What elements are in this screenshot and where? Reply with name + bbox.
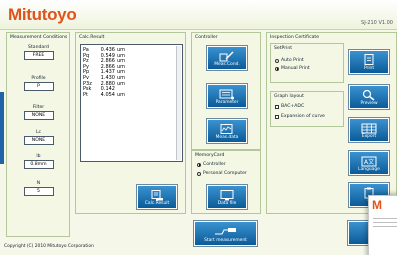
start-measurement-label: Start measurement (204, 238, 247, 243)
radio-selected[interactable] (275, 66, 279, 71)
spreadsheet-icon (350, 122, 388, 134)
condition-value-field[interactable]: 5 (23, 187, 54, 196)
meas-data-button-label: Meas.data (215, 135, 239, 140)
svg-text:A文: A文 (364, 158, 374, 166)
language-button[interactable]: A文 Language (349, 151, 389, 175)
memory-option-controller[interactable]: Controller (197, 162, 226, 167)
calc-result-panel: Calc.Result Pa 0.436 um Pq 0.549 um Pz 2.866 u… (75, 32, 186, 214)
controller-panel: Controller Meas.Cond. Parameter Meas.dat… (191, 32, 261, 150)
calc-row: Pt 4.054 um (83, 91, 126, 98)
copyright-text: Copyright (C) 2010 Mitutoyo Corporation (4, 244, 94, 249)
calc-result-button-label: Calc.Result (144, 201, 170, 206)
checkbox[interactable] (275, 104, 279, 109)
setprint-group: SetPrint Auto Print Manual Print (270, 43, 344, 83)
export-button[interactable]: Export (349, 118, 389, 142)
calc-result-button[interactable]: Calc.Result (137, 185, 177, 209)
measurement-conditions-panel: Measurement Conditions Standard FREE Pro… (6, 32, 70, 237)
radio-selected[interactable] (197, 162, 201, 167)
memory-option-label: Personal Computer (203, 171, 247, 176)
magnifier-icon (350, 89, 388, 101)
calc-result-list[interactable]: Pa 0.436 um Pq 0.549 um Pz 2.866 um Py 2.866 um … (80, 44, 183, 162)
brand-logo: Mitutoyo (8, 5, 77, 24)
measurement-data-icon (208, 123, 246, 135)
header-bar: Mitutoyo SJ-210 V1.00 (0, 0, 397, 30)
overlay-divider (373, 218, 397, 219)
meas-cond-button[interactable]: Meas.Cond. (207, 46, 247, 70)
condition-profile[interactable]: Profile P (7, 76, 70, 91)
left-edge-strip (0, 92, 4, 164)
setprint-option-auto[interactable]: Auto Print (275, 58, 304, 63)
meas-cond-button-label: Meas.Cond. (214, 62, 240, 67)
setprint-option-label: Auto Print (281, 58, 304, 63)
graph-option-label: BAC+ADC (281, 104, 305, 109)
overlay-divider (373, 222, 397, 223)
condition-value-field[interactable]: NONE (23, 111, 54, 120)
data-file-button-label: Data file (217, 201, 237, 206)
meas-data-button[interactable]: Meas.data (207, 119, 247, 143)
data-file-button[interactable]: Data file (207, 185, 247, 209)
condition-filter[interactable]: Filter NONE (7, 105, 70, 120)
setprint-option-manual[interactable]: Manual Print (275, 66, 310, 71)
memory-option-label: Controller (203, 162, 226, 167)
memory-card-title: MemoryCard (195, 153, 225, 158)
overlay-divider (373, 226, 397, 227)
memory-card-panel: MemoryCard Controller Personal Computer … (191, 150, 261, 214)
condition-lc[interactable]: Lc NONE (7, 130, 70, 145)
preview-button-label: Preview (360, 101, 378, 106)
document-icon (350, 54, 388, 66)
condition-label: N (36, 181, 41, 186)
app-window: Mitutoyo SJ-210 V1.00 Measurement Condit… (0, 0, 397, 255)
condition-label: Lc (35, 130, 42, 135)
calc-result-title: Calc.Result (79, 35, 105, 40)
print-button-label: Print (363, 66, 375, 71)
radio-unselected[interactable] (275, 58, 279, 63)
overlapping-window[interactable]: M (368, 195, 397, 255)
language-icon: A文 (350, 155, 388, 167)
export-button-label: Export (361, 134, 377, 139)
controller-title: Controller (195, 35, 218, 40)
printout-icon (138, 189, 176, 201)
condition-standard[interactable]: Standard FREE (7, 45, 70, 60)
setprint-option-label: Manual Print (281, 66, 310, 71)
parameter-grid-icon (208, 88, 246, 100)
condition-value-field[interactable]: P (23, 82, 54, 91)
parameter-button[interactable]: Parameter (207, 84, 247, 108)
graph-layout-title: Graph layout (274, 94, 304, 99)
memory-option-pc[interactable]: Personal Computer (197, 171, 247, 176)
inspection-certificate-panel: Inspection Certificate SetPrint Auto Pri… (266, 32, 397, 214)
calc-scrollbar[interactable] (176, 46, 181, 160)
condition-lb[interactable]: lb 0.8mm (7, 154, 70, 169)
graph-option-bac-adc[interactable]: BAC+ADC (275, 104, 304, 109)
inspection-certificate-title: Inspection Certificate (270, 35, 320, 40)
stylus-icon (195, 225, 256, 237)
condition-label: lb (36, 154, 41, 159)
condition-label: Filter (32, 105, 45, 110)
preview-button[interactable]: Preview (349, 85, 389, 109)
monitor-icon (208, 189, 246, 201)
checkbox[interactable] (275, 114, 279, 119)
graph-option-label: Expansion of curve (281, 114, 325, 119)
radio-unselected[interactable] (197, 171, 201, 176)
condition-value-field[interactable]: NONE (23, 136, 54, 145)
model-version: SJ-210 V1.00 (361, 20, 393, 26)
graph-option-expansion[interactable]: Expansion of curve (275, 114, 325, 119)
condition-n[interactable]: N 5 (7, 181, 70, 196)
overlay-brand-logo: M (372, 198, 382, 212)
setprint-title: SetPrint (274, 46, 293, 51)
condition-label: Standard (28, 45, 49, 50)
start-measurement-button[interactable]: Start measurement (194, 221, 257, 246)
measurement-conditions-title: Measurement Conditions (10, 35, 68, 40)
parameter-button-label: Parameter (215, 100, 239, 105)
graph-layout-group: Graph layout BAC+ADC Expansion of curve (270, 91, 344, 127)
condition-value-field[interactable]: FREE (23, 51, 54, 60)
condition-value-field[interactable]: 0.8mm (23, 160, 54, 169)
language-button-label: Language (358, 167, 380, 172)
condition-label: Profile (31, 76, 46, 81)
pencil-icon (208, 50, 246, 62)
print-button[interactable]: Print (349, 50, 389, 74)
